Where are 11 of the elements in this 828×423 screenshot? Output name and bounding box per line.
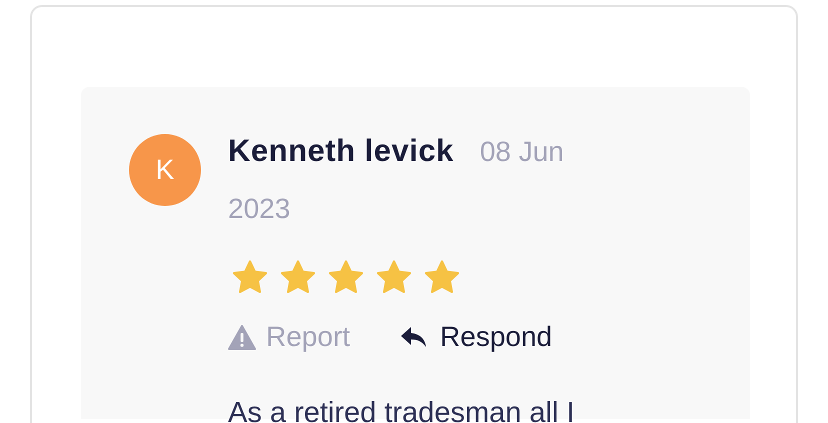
star-icon (376, 260, 412, 294)
star-icon (280, 260, 316, 294)
reply-icon (400, 326, 428, 348)
avatar: K (129, 134, 201, 206)
respond-button[interactable]: Respond (400, 316, 552, 358)
star-icon (424, 260, 460, 294)
review-heading: Kenneth levick 08 Jun 2023 (228, 132, 565, 226)
star-icon (328, 260, 364, 294)
review-text: As a retired tradesman all I (228, 396, 576, 423)
warning-icon (228, 324, 256, 350)
star-icon (232, 260, 268, 294)
